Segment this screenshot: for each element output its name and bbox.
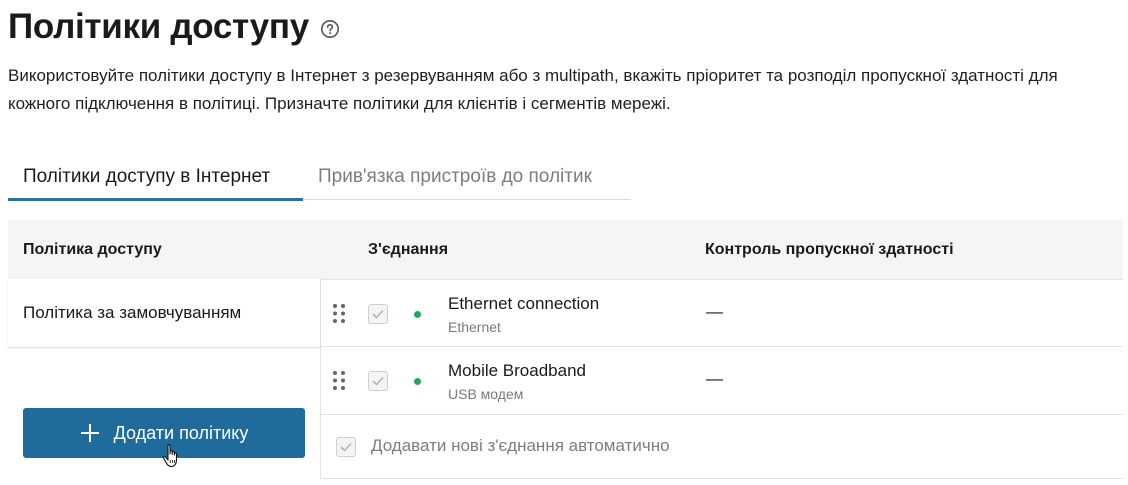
drag-handle-icon[interactable] xyxy=(332,370,346,391)
connection-type: USB модем xyxy=(448,386,524,402)
page-description: Використовуйте політики доступу в Інтерн… xyxy=(8,66,1058,113)
connection-name: Ethernet connection xyxy=(448,294,600,313)
tab-internet-policies[interactable]: Політики доступу в Інтернет xyxy=(8,153,303,201)
add-policy-label: Додати політику xyxy=(113,422,249,443)
table-header: Політика доступу З'єднання Контроль проп… xyxy=(8,220,1123,279)
check-icon xyxy=(372,376,384,386)
check-icon xyxy=(372,309,384,319)
help-circle-icon[interactable] xyxy=(320,19,340,39)
connection-bandwidth: — xyxy=(706,302,723,321)
status-online-dot xyxy=(414,311,421,318)
tab-device-binding[interactable]: Прив'язка пристроїв до політик xyxy=(303,153,592,200)
tab-bar: Політики доступу в Інтернет Прив'язка пр… xyxy=(8,153,631,201)
connection-row: Mobile Broadband USB модем — xyxy=(321,347,1123,415)
connection-checkbox[interactable] xyxy=(368,371,388,391)
page-title: Політики доступу xyxy=(8,7,309,46)
connection-type: Ethernet xyxy=(448,319,501,335)
plus-icon xyxy=(80,423,100,443)
column-header-bandwidth: Контроль пропускної здатності xyxy=(705,240,954,258)
column-header-policy: Політика доступу xyxy=(23,240,162,258)
hand-pointer-icon xyxy=(162,443,184,469)
column-header-connection: З'єднання xyxy=(368,240,449,258)
title-row: Політики доступу xyxy=(8,6,340,48)
policy-row-default[interactable]: Політика за замовчуванням xyxy=(8,279,320,348)
auto-add-row: Додавати нові з'єднання автоматично xyxy=(321,415,1123,479)
status-online-dot xyxy=(414,378,421,385)
auto-add-label: Додавати нові з'єднання автоматично xyxy=(371,436,670,455)
drag-handle-icon[interactable] xyxy=(332,303,346,324)
auto-add-checkbox[interactable] xyxy=(336,437,356,457)
connection-row: Ethernet connection Ethernet — xyxy=(321,279,1123,347)
check-icon xyxy=(340,442,352,452)
connection-bandwidth: — xyxy=(706,369,723,388)
connection-name: Mobile Broadband xyxy=(448,361,586,380)
policy-column: Політика за замовчуванням Додати політик… xyxy=(8,279,321,479)
connection-checkbox[interactable] xyxy=(368,304,388,324)
